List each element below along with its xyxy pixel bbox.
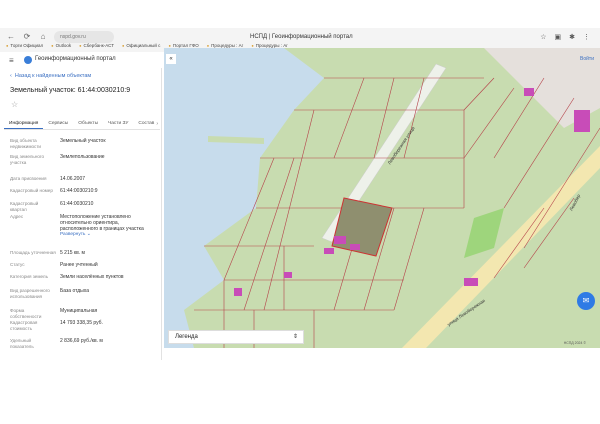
- refresh-icon[interactable]: ⟳: [22, 32, 32, 42]
- bookmark-item[interactable]: Официальный с: [122, 43, 160, 48]
- tabs-scroll-right-icon[interactable]: ›: [156, 121, 158, 127]
- legend-dropdown[interactable]: Легенда ⇕: [168, 330, 304, 344]
- property-label: Вид земельного участка: [10, 154, 45, 165]
- tab-objects[interactable]: Объекты: [73, 118, 103, 129]
- property-value: 14.06.2007: [60, 176, 86, 182]
- favorite-star-icon[interactable]: ☆: [11, 100, 18, 109]
- back-to-results-link[interactable]: ‹ Назад к найденным объектам: [10, 73, 91, 79]
- bookmark-item[interactable]: Сбербанк-АСТ: [79, 43, 114, 48]
- map-canvas: [184, 48, 600, 348]
- property-value: 5 215 кв. м: [60, 250, 85, 256]
- browser-actions: ☆ ▣ ✱ ⋮: [540, 33, 590, 41]
- property-value: 14 793 338,35 руб.: [60, 320, 103, 326]
- tab-information[interactable]: Информация: [4, 118, 44, 129]
- extensions-icon[interactable]: ▣: [555, 33, 562, 41]
- tab-services[interactable]: Сервисы: [43, 118, 73, 129]
- star-icon[interactable]: ☆: [540, 33, 546, 41]
- menu-icon[interactable]: ⋮: [583, 33, 590, 41]
- property-value: Муниципальная: [60, 308, 98, 314]
- page-tab-title: НСПД | Геоинформационный портал: [250, 34, 353, 40]
- property-value: Местоположение установлено относительно …: [60, 214, 158, 238]
- property-label: Кадастровый квартал: [10, 201, 39, 212]
- expand-address-link[interactable]: Развернуть ⌄: [60, 232, 158, 238]
- property-value: Земельный участок: [60, 138, 106, 144]
- cadastral-map[interactable]: « Войти Левобережная улица улица Левобер…: [164, 48, 600, 348]
- pier: [208, 136, 264, 144]
- bookmark-item[interactable]: Торги Официал: [6, 43, 43, 48]
- back-arrow-icon[interactable]: ←: [6, 32, 16, 42]
- property-label: Вид разрешенного использования: [10, 288, 50, 299]
- browser-nav: ← ⟳ ⌂: [6, 32, 48, 42]
- property-value: 61:44:0030210:9: [60, 188, 98, 194]
- property-label: Вид объекта недвижимости: [10, 138, 41, 149]
- bookmark-item[interactable]: Outlook: [51, 43, 72, 48]
- app-name: Геоинформационный портал: [35, 56, 116, 62]
- property-label: Удельный показатель: [10, 338, 34, 349]
- info-tabs: Информация Сервисы Объекты Части ЗУ Сост…: [4, 118, 160, 130]
- property-value: База отдыха: [60, 288, 89, 294]
- property-label: Кадастровая стоимость: [10, 320, 38, 331]
- expand-link-label: Развернуть: [60, 232, 86, 237]
- portal-logo: [24, 56, 32, 64]
- settings-icon[interactable]: ✱: [569, 33, 575, 41]
- property-label: Форма собственности: [10, 308, 42, 319]
- property-value: 2 836,69 руб./кв. м: [60, 338, 103, 344]
- property-label: Категория земель: [10, 274, 48, 279]
- chat-support-button[interactable]: ✉: [577, 292, 595, 310]
- property-label: Площадь уточненная: [10, 250, 56, 255]
- property-value: Ранее учтенный: [60, 262, 98, 268]
- page-title: Земельный участок: 61:44:0030210:9: [10, 87, 131, 94]
- login-button[interactable]: Войти: [580, 56, 594, 62]
- address-text: Местоположение установлено относительно …: [60, 214, 144, 232]
- property-label: Дата присвоения: [10, 176, 47, 181]
- back-link-label: Назад к найденным объектам: [14, 73, 92, 79]
- property-label: Адрес: [10, 214, 24, 219]
- parcel-info-panel: ‹ Назад к найденным объектам Земельный у…: [0, 68, 162, 360]
- collapse-panel-button[interactable]: «: [166, 54, 176, 64]
- property-label: Кадастровый номер: [10, 188, 53, 193]
- property-value: Землепользование: [60, 154, 105, 160]
- map-attribution: НСПД 2024 ©: [563, 341, 586, 345]
- home-icon[interactable]: ⌂: [38, 32, 48, 42]
- tab-parts[interactable]: Части ЗУ: [103, 118, 133, 129]
- property-value: 61:44:0030210: [60, 201, 94, 207]
- legend-label: Легенда: [175, 334, 198, 340]
- address-bar[interactable]: nspd.gov.ru: [54, 31, 114, 43]
- chevron-updown-icon: ⇕: [292, 334, 298, 340]
- property-value: Земли населённых пунктов: [60, 274, 124, 280]
- hamburger-menu-icon[interactable]: ≡: [9, 56, 14, 65]
- chat-icon: ✉: [582, 296, 590, 305]
- property-label: Статус: [10, 262, 25, 267]
